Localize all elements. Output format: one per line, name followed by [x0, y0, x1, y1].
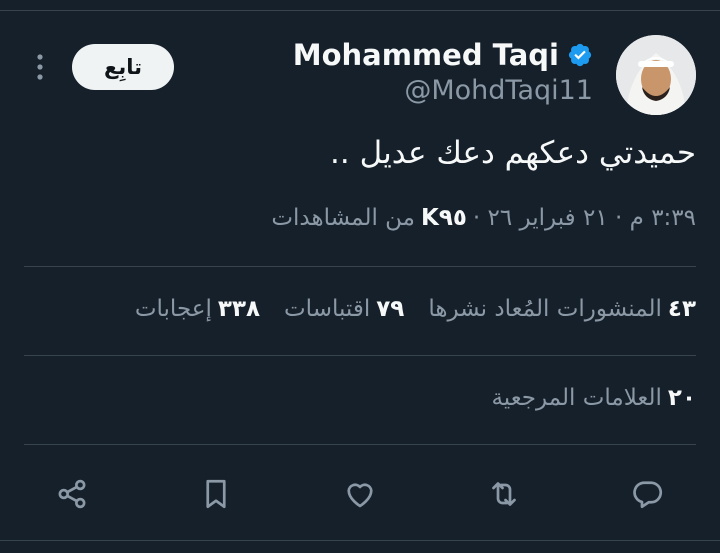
- views-label: من المشاهدات: [271, 205, 415, 231]
- divider: [24, 355, 696, 356]
- author-name-row[interactable]: Mohammed Taqi: [293, 38, 593, 72]
- bookmarks-label: العلامات المرجعية: [491, 385, 662, 411]
- likes-count: ٣٣٨: [217, 296, 261, 322]
- engagement-stats: ٤٣ المنشورات المُعاد نشرها ٧٩ اقتباسات ٣…: [135, 296, 696, 322]
- likes-stat[interactable]: ٣٣٨ إعجابات: [135, 296, 260, 322]
- share-icon: [58, 479, 86, 509]
- more-vertical-icon[interactable]: [32, 52, 48, 82]
- tweet-text: حميدتي دعكهم دعك عديل ..: [330, 135, 696, 171]
- author-handle[interactable]: @MohdTaqi11: [404, 75, 593, 106]
- bookmark-icon: [206, 479, 226, 509]
- bottom-divider: [0, 540, 720, 541]
- like-icon: [347, 483, 373, 508]
- follow-button[interactable]: تابِع: [72, 44, 174, 90]
- author-name[interactable]: Mohammed Taqi: [293, 38, 559, 72]
- share-button[interactable]: [52, 474, 92, 514]
- quotes-stat[interactable]: ٧٩ اقتباسات: [284, 296, 404, 322]
- retweet-button[interactable]: [484, 474, 524, 514]
- quotes-label: اقتباسات: [284, 296, 371, 322]
- like-button[interactable]: [340, 474, 380, 514]
- divider: [24, 266, 696, 267]
- verified-badge-icon: [568, 43, 592, 67]
- reply-icon: [633, 481, 663, 509]
- quotes-count: ٧٩: [376, 296, 405, 322]
- tweet-meta: ٣:٣٩ م · ٢١ فبراير ٢٦ · K٩٥ من المشاهدات: [271, 205, 696, 231]
- divider: [24, 444, 696, 445]
- bookmarks-count: ٢٠: [667, 385, 696, 411]
- avatar-image: [616, 35, 696, 115]
- top-divider: [0, 10, 720, 11]
- bookmark-button[interactable]: [196, 474, 236, 514]
- reply-button[interactable]: [628, 474, 668, 514]
- likes-label: إعجابات: [134, 296, 212, 322]
- views-count: K٩٥: [421, 205, 467, 231]
- retweets-label: المنشورات المُعاد نشرها: [428, 296, 662, 322]
- retweets-stat[interactable]: ٤٣ المنشورات المُعاد نشرها: [428, 296, 696, 322]
- tweet-timestamp[interactable]: ٣:٣٩ م · ٢١ فبراير ٢٦ ·: [473, 205, 696, 231]
- bookmarks-stat[interactable]: ٢٠ العلامات المرجعية: [491, 385, 696, 411]
- retweets-count: ٤٣: [667, 296, 696, 322]
- retweet-icon: [492, 482, 516, 506]
- avatar[interactable]: [616, 35, 696, 115]
